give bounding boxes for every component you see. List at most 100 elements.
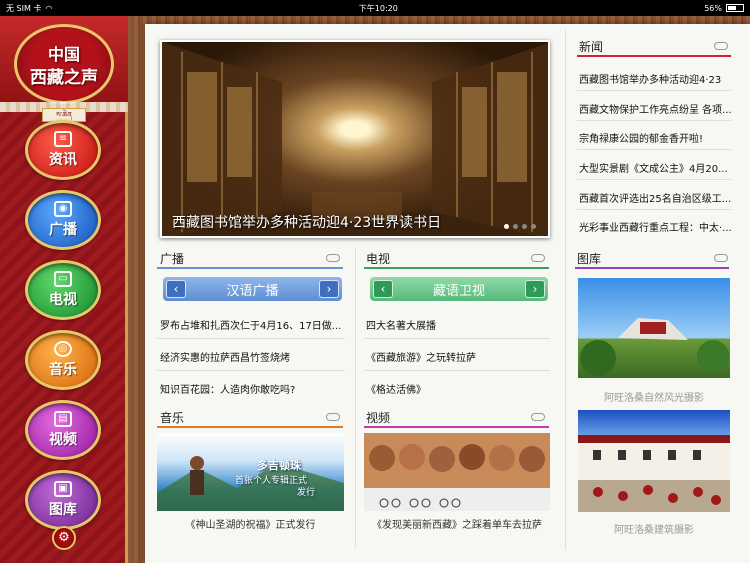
news-item[interactable]: 西藏文物保护工作亮点纷呈 各项... (579, 101, 731, 116)
battery-icon (725, 4, 744, 12)
carrier-label: 无 SIM 卡 (6, 3, 42, 13)
nav-label-music: 音乐 (49, 362, 77, 378)
status-bar: 无 SIM 卡 ◠ 下午10:20 56% (0, 0, 750, 16)
battery-percent: 56% (704, 3, 722, 13)
potala-landscape-image (580, 318, 729, 376)
tv-item[interactable]: 四大名著大展播 (366, 317, 549, 332)
news-item[interactable]: 西藏图书馆举办多种活动迎4·23 (579, 71, 731, 86)
gallery-caption[interactable]: 阿旺洛桑建筑摄影 (578, 521, 730, 536)
video-caption[interactable]: 《发现美丽新西藏》之踩着单车去拉萨 (364, 516, 550, 531)
nav-button-tv[interactable]: ▭ 电视 (25, 260, 101, 320)
music-underline (157, 426, 343, 428)
logo-line-2: 西藏之声 (30, 68, 98, 88)
column-divider (565, 30, 566, 550)
tv-item[interactable]: 《格达活佛》 (366, 381, 549, 396)
row-divider (577, 120, 731, 121)
slide-indicator (504, 224, 536, 229)
slide-dot[interactable] (504, 224, 509, 229)
tv-item[interactable]: 《西藏旅游》之玩转拉萨 (366, 349, 549, 364)
music-section-title: 音乐 (160, 411, 185, 425)
tv-underline (364, 267, 549, 269)
hero-caption: 西藏图书馆举办多种活动迎4·23世界读书日 (172, 215, 442, 231)
radio-channel-label: 汉语广播 (226, 283, 279, 299)
radio-underline (157, 267, 343, 269)
gallery-icon: ▣ (54, 481, 72, 497)
library-hall-image (162, 42, 548, 236)
nav-button-music[interactable]: ◎ 音乐 (25, 330, 101, 390)
row-divider (364, 370, 550, 371)
video-underline (364, 426, 549, 428)
nav-button-video[interactable]: ▤ 视频 (25, 400, 101, 460)
radio-channel-selector: ‹ 汉语广播 › (163, 277, 342, 301)
news-underline (577, 55, 731, 57)
music-album-banner[interactable]: 多吉顿珠 首张个人专辑正式 发行 (157, 433, 344, 511)
video-section-title: 视频 (366, 411, 391, 425)
nav-label-video: 视频 (49, 432, 77, 448)
clock: 下午10:20 (358, 3, 398, 13)
radio-section-title: 广播 (160, 252, 185, 266)
slide-dot[interactable] (531, 224, 536, 229)
gallery-section-title: 图库 (577, 252, 602, 266)
row-divider (577, 90, 731, 91)
row-divider (364, 338, 550, 339)
gallery-underline (575, 267, 729, 269)
nav-button-radio[interactable]: ◉ 广播 (25, 190, 101, 250)
next-channel-button[interactable]: › (318, 280, 339, 298)
gallery-thumbnail[interactable] (578, 410, 730, 512)
news-section-title: 新闻 (579, 40, 604, 54)
cloud-icon (714, 42, 728, 50)
radio-icon: ◉ (54, 201, 72, 217)
app-logo: 中国 西藏之声 (14, 24, 114, 104)
nav-label-gallery: 图库 (49, 502, 77, 518)
column-divider (355, 248, 356, 548)
row-divider (577, 179, 731, 180)
nav-label-news: 资讯 (49, 152, 77, 168)
gallery-caption[interactable]: 阿旺洛桑自然风光摄影 (578, 389, 730, 404)
prev-channel-button[interactable]: ‹ (166, 280, 186, 298)
row-divider (577, 209, 731, 210)
news-item[interactable]: 宗角禄康公园的郁金香开啦! (579, 130, 731, 145)
news-icon: ≡ (54, 131, 72, 147)
cloud-icon (326, 413, 340, 421)
slide-dot[interactable] (513, 224, 518, 229)
cloud-icon (531, 254, 545, 262)
wifi-icon: ◠ (45, 3, 53, 13)
tv-channel-label: 藏语卫视 (432, 283, 485, 299)
nav-label-radio: 广播 (49, 222, 77, 238)
banner-release: 发行 (297, 488, 316, 498)
slide-dot[interactable] (522, 224, 527, 229)
next-channel-button[interactable]: › (524, 280, 545, 298)
music-caption[interactable]: 《神山圣湖的祝福》正式发行 (157, 516, 344, 531)
tv-section-title: 电视 (366, 252, 391, 266)
settings-gear-icon[interactable]: ⚙ (52, 526, 76, 550)
radio-item[interactable]: 经济实惠的拉萨西昌竹签烧烤 (160, 349, 346, 364)
video-thumbnail[interactable] (364, 433, 550, 511)
prev-channel-button[interactable]: ‹ (373, 280, 393, 298)
row-divider (157, 338, 345, 339)
tv-channel-selector: ‹ 藏语卫视 › (370, 277, 548, 301)
nav-button-news[interactable]: ≡ 资讯 (25, 120, 101, 180)
singer-figure-image (157, 456, 344, 511)
banner-singer-name: 多吉顿珠 (257, 459, 301, 472)
hero-slider[interactable]: 西藏图书馆举办多种活动迎4·23世界读书日 (160, 40, 550, 238)
sidebar: 中国 西藏之声 ས་ཆེན ≡ 资讯 ◉ 广播 ▭ 电视 ◎ 音乐 ▤ 视频 ▣… (0, 16, 128, 563)
monastery-building-image (578, 435, 730, 512)
music-icon: ◎ (54, 341, 72, 357)
radio-item[interactable]: 知识百花园：人造肉你敢吃吗? (160, 381, 346, 396)
gallery-thumbnail[interactable] (578, 278, 730, 378)
row-divider (157, 370, 345, 371)
cloud-icon (714, 254, 728, 262)
news-item[interactable]: 大型实景剧《文成公主》4月20... (579, 160, 731, 175)
video-icon: ▤ (54, 411, 72, 427)
news-item[interactable]: 光彩事业西藏行重点工程：中太·... (579, 219, 731, 234)
row-divider (577, 149, 731, 150)
radio-item[interactable]: 罗布占堆和扎西次仁于4月16、17日做... (160, 317, 346, 332)
cloud-icon (326, 254, 340, 262)
cyclists-faces-image (364, 433, 550, 511)
logo-line-1: 中国 (47, 45, 80, 64)
news-item[interactable]: 西藏首次评选出25名自治区级工... (579, 190, 731, 205)
tv-icon: ▭ (54, 271, 72, 287)
cloud-icon (531, 413, 545, 421)
nav-label-tv: 电视 (49, 292, 77, 308)
nav-button-gallery[interactable]: ▣ 图库 (25, 470, 101, 530)
